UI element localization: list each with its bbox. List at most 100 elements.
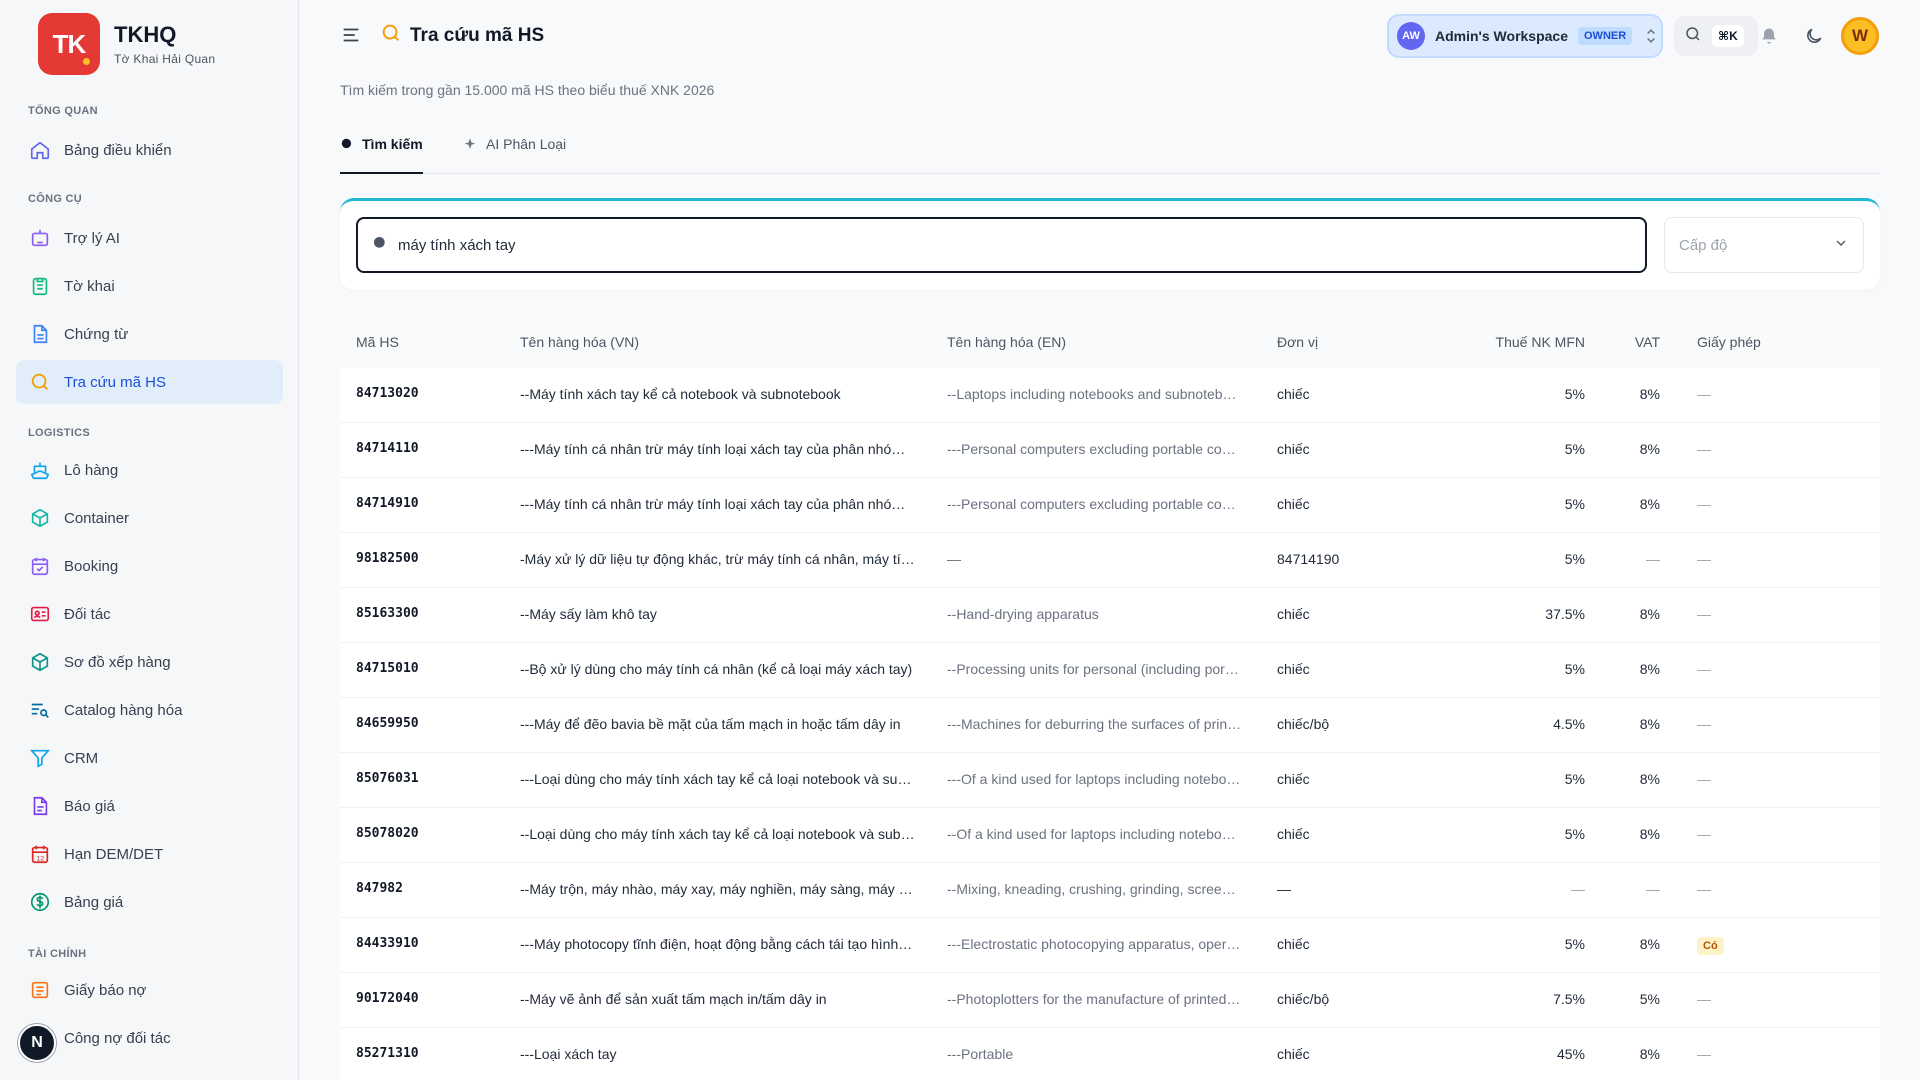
title-search-icon bbox=[380, 22, 402, 49]
unit-cell: chiếc/bộ bbox=[1277, 991, 1330, 1007]
sidebar-item-declarations[interactable]: Tờ khai bbox=[16, 264, 283, 308]
tab-label: Tìm kiếm bbox=[362, 136, 423, 152]
bell-icon[interactable] bbox=[1756, 23, 1782, 49]
sidebar-item-label: Booking bbox=[64, 557, 119, 575]
table-row[interactable]: 98182500 -Máy xử lý dữ liệu tự động khác,… bbox=[340, 533, 1880, 588]
vat-cell: 8% bbox=[1639, 441, 1660, 457]
column-header-hs-code[interactable]: Mã HS bbox=[356, 334, 399, 350]
page-subtitle: Tìm kiếm trong gần 15.000 mã HS theo biể… bbox=[340, 82, 715, 98]
sidebar-item-crm[interactable]: CRM bbox=[16, 736, 283, 780]
workspace-switcher[interactable]: AW Admin's Workspace OWNER bbox=[1387, 14, 1663, 58]
license-cell: — bbox=[1697, 716, 1711, 732]
mfn-tax-cell: 5% bbox=[1564, 936, 1585, 952]
sidebar-item-label: Chứng từ bbox=[64, 325, 129, 343]
moon-icon[interactable] bbox=[1801, 23, 1827, 49]
vat-cell: 5% bbox=[1639, 991, 1660, 1007]
license-cell: — bbox=[1697, 661, 1711, 677]
table-row[interactable]: 84715010 --Bộ xử lý dùng cho máy tính cá … bbox=[340, 643, 1880, 698]
workspace-avatar: AW bbox=[1397, 22, 1425, 50]
menu-toggle-icon[interactable] bbox=[340, 24, 362, 46]
sidebar-item-partners[interactable]: Đối tác bbox=[16, 592, 283, 636]
name-vn-cell: ---Máy photocopy tĩnh điện, hoạt động bằ… bbox=[520, 936, 915, 952]
table-row[interactable]: 85163300 --Máy sấy làm khô tay --Hand-dryi… bbox=[340, 588, 1880, 643]
license-cell: — bbox=[1697, 441, 1711, 457]
sidebar-item-container[interactable]: Container bbox=[16, 496, 283, 540]
table-row[interactable]: 85271310 ---Loại xách tay ---Portable chiếc… bbox=[340, 1028, 1880, 1080]
sidebar-item-quotes[interactable]: Báo giá bbox=[16, 784, 283, 828]
hs-search-field[interactable] bbox=[356, 217, 1647, 273]
name-vn-cell: ---Loại dùng cho máy tính xách tay kể cả… bbox=[520, 771, 915, 787]
tab-ai-classify[interactable]: AI Phân Loại bbox=[462, 136, 566, 174]
table-row[interactable]: 84659950 ---Máy để đẽo bavia bề mặt của t… bbox=[340, 698, 1880, 753]
sidebar-item-hs-lookup[interactable]: Tra cứu mã HS bbox=[16, 360, 283, 404]
sidebar-item-shipments[interactable]: Lô hàng bbox=[16, 448, 283, 492]
column-header-mfn-tax[interactable]: Thuế NK MFN bbox=[1440, 334, 1585, 350]
column-header-name-vn[interactable]: Tên hàng hóa (VN) bbox=[520, 334, 639, 350]
tab-label: AI Phân Loại bbox=[486, 136, 567, 152]
table-row[interactable]: 84714910 ---Máy tính cá nhân trừ máy tính… bbox=[340, 478, 1880, 533]
mfn-tax-cell: 5% bbox=[1564, 826, 1585, 842]
level-select[interactable]: Cấp độ bbox=[1664, 217, 1864, 273]
hs-code-cell: 84659950 bbox=[356, 716, 419, 731]
sidebar-item-load-plan[interactable]: Sơ đồ xếp hàng bbox=[16, 640, 283, 684]
column-header-name-en[interactable]: Tên hàng hóa (EN) bbox=[947, 334, 1066, 350]
calendar-check-icon bbox=[28, 554, 52, 578]
hs-code-cell: 85163300 bbox=[356, 606, 419, 621]
hs-code-cell: 84713020 bbox=[356, 386, 419, 401]
table-row[interactable]: 84714110 ---Máy tính cá nhân trừ máy tính… bbox=[340, 423, 1880, 478]
home-icon bbox=[28, 138, 52, 162]
hs-code-cell: 84715010 bbox=[356, 661, 419, 676]
hs-search-input[interactable] bbox=[398, 236, 1598, 254]
table-row[interactable]: 84433910 ---Máy photocopy tĩnh điện, hoạt… bbox=[340, 918, 1880, 973]
name-en-cell: --Of a kind used for laptops including n… bbox=[947, 826, 1242, 842]
hs-code-cell: 85271310 bbox=[356, 1046, 419, 1061]
sidebar-item-partner-debts[interactable]: Công nợ đối tác bbox=[16, 1016, 283, 1060]
global-search-button[interactable]: ⌘K bbox=[1674, 16, 1758, 56]
brand-logo-text: TK bbox=[52, 28, 87, 59]
license-cell: — bbox=[1697, 1046, 1711, 1062]
sidebar-item-dem-det[interactable]: 12 Hạn DEM/DET bbox=[16, 832, 283, 876]
name-en-cell: --Photoplotters for the manufacture of p… bbox=[947, 991, 1242, 1007]
tab-search[interactable]: Tìm kiếm bbox=[340, 136, 423, 174]
list-search-icon bbox=[28, 698, 52, 722]
brand-subtitle: Tờ Khai Hải Quan bbox=[114, 52, 216, 66]
license-cell: — bbox=[1697, 881, 1711, 897]
unit-cell: chiếc bbox=[1277, 936, 1310, 952]
table-row[interactable]: 85078020 --Loại dùng cho máy tính xách ta… bbox=[340, 808, 1880, 863]
sidebar-item-dashboard[interactable]: Bảng điều khiển bbox=[16, 128, 283, 172]
bot-icon bbox=[28, 226, 52, 250]
svg-text:12: 12 bbox=[36, 854, 44, 862]
sidebar-item-booking[interactable]: Booking bbox=[16, 544, 283, 588]
brand[interactable]: TK TKHQ Tờ Khai Hải Quan bbox=[38, 13, 215, 75]
table-row[interactable]: 847982 --Máy trộn, máy nhào, máy xay, máy… bbox=[340, 863, 1880, 918]
sidebar-item-ai-assistant[interactable]: Trợ lý AI bbox=[16, 216, 283, 260]
name-vn-cell: --Loại dùng cho máy tính xách tay kể cả … bbox=[520, 826, 915, 842]
section-label-tools: CÔNG CỤ bbox=[28, 193, 83, 205]
table-row[interactable]: 84713020 --Máy tính xách tay kể cả notebo… bbox=[340, 368, 1880, 423]
shortcut-hint: ⌘K bbox=[1712, 25, 1744, 47]
name-vn-cell: -Máy xử lý dữ liệu tự động khác, trừ máy… bbox=[520, 551, 915, 567]
column-header-license[interactable]: Giấy phép bbox=[1697, 334, 1761, 350]
name-vn-cell: ---Máy tính cá nhân trừ máy tính loại xá… bbox=[520, 441, 915, 457]
name-vn-cell: ---Máy tính cá nhân trừ máy tính loại xá… bbox=[520, 496, 915, 512]
document-icon bbox=[28, 322, 52, 346]
table-row[interactable]: 90172040 --Máy vẽ ảnh để sản xuất tấm mạc… bbox=[340, 973, 1880, 1028]
sidebar-item-catalog[interactable]: Catalog hàng hóa bbox=[16, 688, 283, 732]
dev-avatar[interactable]: N bbox=[18, 1024, 56, 1062]
table-row[interactable]: 85076031 ---Loại dùng cho máy tính xách t… bbox=[340, 753, 1880, 808]
license-cell: — bbox=[1697, 386, 1711, 402]
search-icon bbox=[1684, 25, 1702, 48]
quote-icon bbox=[28, 794, 52, 818]
sidebar-item-price-list[interactable]: Bảng giá bbox=[16, 880, 283, 924]
mfn-tax-cell: — bbox=[1571, 881, 1585, 897]
mfn-tax-cell: 45% bbox=[1556, 1046, 1585, 1062]
sidebar-item-label: Bảng điều khiển bbox=[64, 141, 172, 159]
user-avatar[interactable]: W bbox=[1841, 17, 1879, 55]
column-header-unit[interactable]: Đơn vị bbox=[1277, 334, 1318, 350]
sidebar-item-documents[interactable]: Chứng từ bbox=[16, 312, 283, 356]
sidebar-item-debit-notes[interactable]: Giấy báo nợ bbox=[16, 968, 283, 1012]
sidebar-item-label: Trợ lý AI bbox=[64, 229, 120, 247]
column-header-vat[interactable]: VAT bbox=[1600, 334, 1660, 350]
main-content: Tra cứu mã HS AW Admin's Workspace OWNER… bbox=[300, 0, 1920, 1080]
name-en-cell: ---Of a kind used for laptops including … bbox=[947, 771, 1242, 787]
